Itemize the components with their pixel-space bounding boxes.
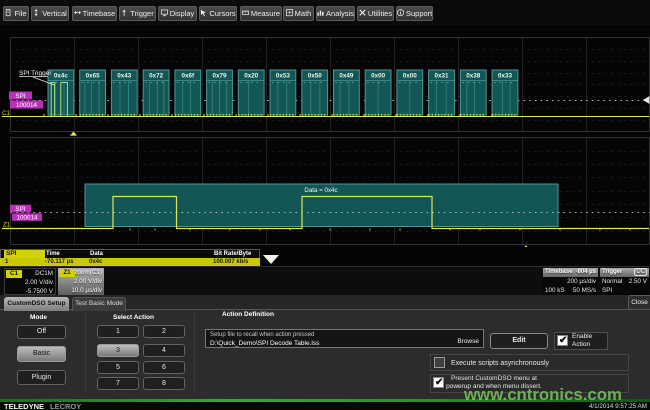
- svg-text:0x4c: 0x4c: [54, 73, 69, 80]
- svg-text:SPI: SPI: [15, 206, 25, 213]
- svg-text:0x79: 0x79: [212, 73, 227, 80]
- svg-text:Data = 0x4c: Data = 0x4c: [304, 187, 337, 194]
- svg-text:100014: 100014: [16, 214, 38, 221]
- svg-text:0x38: 0x38: [466, 73, 481, 80]
- svg-text:SPI: SPI: [15, 93, 25, 100]
- svg-text:0x53: 0x53: [276, 73, 291, 80]
- svg-text:Z1: Z1: [3, 222, 11, 229]
- svg-text:0x20: 0x20: [244, 73, 259, 80]
- svg-text:C1: C1: [2, 110, 11, 117]
- svg-text:0x31: 0x31: [434, 73, 449, 80]
- svg-text:SPI Trigger: SPI Trigger: [19, 70, 52, 77]
- svg-text:100014: 100014: [16, 102, 38, 109]
- svg-text:0x6f: 0x6f: [181, 73, 195, 80]
- svg-text:0x33: 0x33: [498, 73, 513, 80]
- svg-text:0x50: 0x50: [308, 73, 323, 80]
- svg-text:0x00: 0x00: [371, 73, 386, 80]
- svg-text:0x43: 0x43: [117, 73, 132, 80]
- svg-text:0x65: 0x65: [86, 73, 101, 80]
- svg-text:0x00: 0x00: [403, 73, 418, 80]
- svg-text:0x49: 0x49: [339, 73, 354, 80]
- svg-text:0x72: 0x72: [149, 73, 164, 80]
